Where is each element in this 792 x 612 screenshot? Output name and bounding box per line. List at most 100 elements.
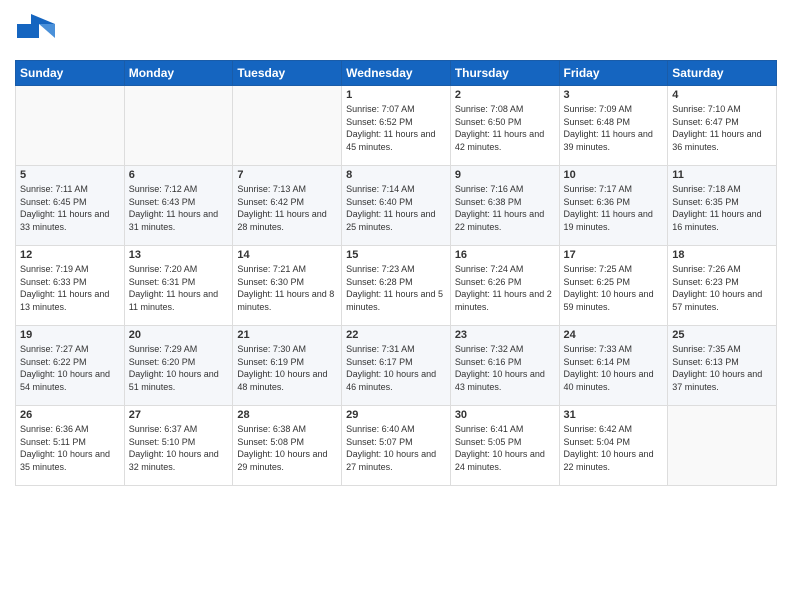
calendar-cell: 7Sunrise: 7:13 AM Sunset: 6:42 PM Daylig… [233,166,342,246]
calendar-cell: 12 Sunrise: 7:19 AM Sunset: 6:33 PM Dayli… [16,246,125,326]
calendar-cell: 9 Sunrise: 7:16 AM Sunset: 6:38 PM Daylig… [450,166,559,246]
day-info: Sunrise: 7:21 AM Sunset: 6:30 PM Dayligh… [237,263,337,313]
calendar-cell: 3 Sunrise: 7:09 AM Sunset: 6:48 PM Daylig… [559,86,668,166]
day-number: 12 [20,249,120,261]
calendar-cell: 18 Sunrise: 7:26 AM Sunset: 6:23 PM Dayli… [668,246,777,326]
day-number: 3 [564,89,664,101]
day-info: Sunrise: 7:11 AM Sunset: 6:45 PM Dayligh… [20,183,120,233]
day-info: Sunrise: 7:27 AM Sunset: 6:22 PM Dayligh… [20,343,120,393]
day-info: Sunrise: 6:40 AM Sunset: 5:07 PM Dayligh… [346,423,446,473]
day-number: 20 [129,329,229,341]
day-number: 16 [455,249,555,261]
calendar-cell: 17 Sunrise: 7:25 AM Sunset: 6:25 PM Dayli… [559,246,668,326]
day-info: Sunrise: 7:09 AM Sunset: 6:48 PM Dayligh… [564,103,664,153]
calendar-cell [124,86,233,166]
day-number: 24 [564,329,664,341]
calendar-cell: 25 Sunrise: 7:35 AM Sunset: 6:13 PM Dayli… [668,326,777,406]
day-number: 18 [672,249,772,261]
weekday-header-monday: Monday [124,61,233,86]
day-number: 8 [346,169,446,181]
calendar-cell: 6 Sunrise: 7:12 AM Sunset: 6:43 PM Daylig… [124,166,233,246]
day-info: Sunrise: 7:13 AM Sunset: 6:42 PM Dayligh… [237,183,337,233]
day-number: 15 [346,249,446,261]
day-number: 13 [129,249,229,261]
weekday-header-wednesday: Wednesday [342,61,451,86]
calendar-cell: 19 Sunrise: 7:27 AM Sunset: 6:22 PM Dayli… [16,326,125,406]
calendar-cell: 24 Sunrise: 7:33 AM Sunset: 6:14 PM Dayli… [559,326,668,406]
day-number: 4 [672,89,772,101]
calendar-cell: 13Sunrise: 7:20 AM Sunset: 6:31 PM Dayli… [124,246,233,326]
logo-icon [15,10,59,54]
day-number: 2 [455,89,555,101]
day-number: 31 [564,409,664,421]
day-info: Sunrise: 6:36 AM Sunset: 5:11 PM Dayligh… [20,423,120,473]
day-info: Sunrise: 7:17 AM Sunset: 6:36 PM Dayligh… [564,183,664,233]
calendar-cell: 27 Sunrise: 6:37 AM Sunset: 5:10 PM Dayli… [124,406,233,486]
day-info: Sunrise: 6:42 AM Sunset: 5:04 PM Dayligh… [564,423,664,473]
day-info: Sunrise: 7:35 AM Sunset: 6:13 PM Dayligh… [672,343,772,393]
calendar-cell: 1Sunrise: 7:07 AM Sunset: 6:52 PM Daylig… [342,86,451,166]
calendar-table: SundayMondayTuesdayWednesdayThursdayFrid… [15,60,777,486]
calendar-week-row: 5 Sunrise: 7:11 AM Sunset: 6:45 PM Daylig… [16,166,777,246]
day-number: 27 [129,409,229,421]
day-info: Sunrise: 7:10 AM Sunset: 6:47 PM Dayligh… [672,103,772,153]
day-info: Sunrise: 7:08 AM Sunset: 6:50 PM Dayligh… [455,103,555,153]
day-number: 28 [237,409,337,421]
day-info: Sunrise: 7:07 AM Sunset: 6:52 PM Dayligh… [346,103,446,153]
day-info: Sunrise: 7:23 AM Sunset: 6:28 PM Dayligh… [346,263,446,313]
calendar-cell: 8 Sunrise: 7:14 AM Sunset: 6:40 PM Daylig… [342,166,451,246]
day-number: 17 [564,249,664,261]
weekday-header-thursday: Thursday [450,61,559,86]
day-info: Sunrise: 7:30 AM Sunset: 6:19 PM Dayligh… [237,343,337,393]
day-number: 22 [346,329,446,341]
day-number: 11 [672,169,772,181]
day-number: 5 [20,169,120,181]
day-info: Sunrise: 7:19 AM Sunset: 6:33 PM Dayligh… [20,263,120,313]
calendar-week-row: 26 Sunrise: 6:36 AM Sunset: 5:11 PM Dayli… [16,406,777,486]
day-number: 25 [672,329,772,341]
day-info: Sunrise: 7:12 AM Sunset: 6:43 PM Dayligh… [129,183,229,233]
day-number: 19 [20,329,120,341]
day-number: 6 [129,169,229,181]
weekday-header-tuesday: Tuesday [233,61,342,86]
calendar-cell [668,406,777,486]
calendar-cell: 23 Sunrise: 7:32 AM Sunset: 6:16 PM Dayli… [450,326,559,406]
day-number: 21 [237,329,337,341]
day-number: 23 [455,329,555,341]
day-number: 29 [346,409,446,421]
day-info: Sunrise: 7:32 AM Sunset: 6:16 PM Dayligh… [455,343,555,393]
calendar-cell: 26 Sunrise: 6:36 AM Sunset: 5:11 PM Dayli… [16,406,125,486]
day-info: Sunrise: 6:38 AM Sunset: 5:08 PM Dayligh… [237,423,337,473]
day-info: Sunrise: 7:14 AM Sunset: 6:40 PM Dayligh… [346,183,446,233]
page: SundayMondayTuesdayWednesdayThursdayFrid… [0,0,792,612]
calendar-cell: 21 Sunrise: 7:30 AM Sunset: 6:19 PM Dayli… [233,326,342,406]
day-number: 26 [20,409,120,421]
day-info: Sunrise: 6:37 AM Sunset: 5:10 PM Dayligh… [129,423,229,473]
calendar-cell: 29 Sunrise: 6:40 AM Sunset: 5:07 PM Dayli… [342,406,451,486]
header [15,10,777,54]
day-info: Sunrise: 7:31 AM Sunset: 6:17 PM Dayligh… [346,343,446,393]
calendar-cell: 14 Sunrise: 7:21 AM Sunset: 6:30 PM Dayli… [233,246,342,326]
calendar-cell: 5 Sunrise: 7:11 AM Sunset: 6:45 PM Daylig… [16,166,125,246]
calendar-cell [233,86,342,166]
day-number: 10 [564,169,664,181]
day-info: Sunrise: 7:18 AM Sunset: 6:35 PM Dayligh… [672,183,772,233]
day-info: Sunrise: 7:24 AM Sunset: 6:26 PM Dayligh… [455,263,555,313]
logo [15,10,59,54]
day-info: Sunrise: 7:16 AM Sunset: 6:38 PM Dayligh… [455,183,555,233]
day-number: 9 [455,169,555,181]
day-info: Sunrise: 7:33 AM Sunset: 6:14 PM Dayligh… [564,343,664,393]
calendar-week-row: 1Sunrise: 7:07 AM Sunset: 6:52 PM Daylig… [16,86,777,166]
weekday-header-saturday: Saturday [668,61,777,86]
day-number: 30 [455,409,555,421]
weekday-header-friday: Friday [559,61,668,86]
day-info: Sunrise: 7:26 AM Sunset: 6:23 PM Dayligh… [672,263,772,313]
day-number: 14 [237,249,337,261]
calendar-cell: 11 Sunrise: 7:18 AM Sunset: 6:35 PM Dayli… [668,166,777,246]
weekday-header-row: SundayMondayTuesdayWednesdayThursdayFrid… [16,61,777,86]
day-info: Sunrise: 7:25 AM Sunset: 6:25 PM Dayligh… [564,263,664,313]
calendar-week-row: 12 Sunrise: 7:19 AM Sunset: 6:33 PM Dayli… [16,246,777,326]
calendar-cell [16,86,125,166]
calendar-cell: 2 Sunrise: 7:08 AM Sunset: 6:50 PM Daylig… [450,86,559,166]
calendar-cell: 22 Sunrise: 7:31 AM Sunset: 6:17 PM Dayli… [342,326,451,406]
